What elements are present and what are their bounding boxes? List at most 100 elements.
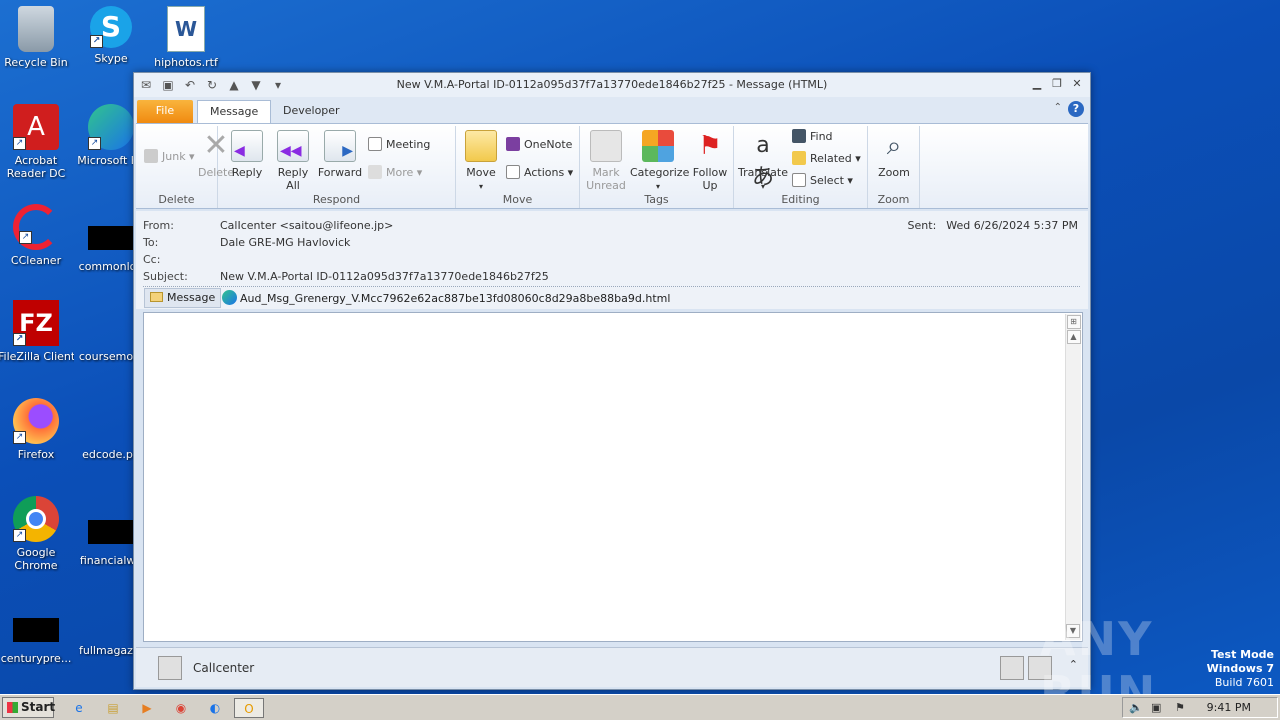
message-body[interactable]: ⊞ ▲ ▼ [143, 312, 1083, 642]
magnifier-icon: ⌕ [886, 131, 902, 161]
meeting-button[interactable]: Meeting [368, 136, 430, 154]
junk-button[interactable]: Junk ▾ [144, 148, 195, 166]
acrobat-icon: A ↗ [13, 104, 59, 150]
actions-icon [506, 165, 520, 179]
desktop-icon-filezilla[interactable]: FZ ↗ FileZilla Client [0, 300, 74, 363]
select-button[interactable]: Select ▾ [792, 172, 853, 190]
from-value[interactable]: CalIcenter <saitou@lifeone.jp> [220, 219, 393, 232]
actions-button[interactable]: Actions ▾ [506, 164, 573, 182]
close-icon[interactable]: ✕ [1068, 76, 1086, 92]
volume-icon[interactable]: 🔈 [1129, 701, 1143, 714]
reply-all-button[interactable]: ◀◀ Reply All [274, 130, 312, 192]
group-zoom: ⌕ Zoom Zoom [868, 126, 920, 208]
firefox-icon: ↗ [13, 398, 59, 444]
more-button[interactable]: More ▾ [368, 164, 422, 182]
os-info: Test Mode Windows 7 Build 7601 [1206, 648, 1274, 689]
file-icon [88, 606, 134, 640]
ribbon: Junk ▾ ✕ Delete Delete ◀ Reply ◀◀ Reply … [136, 123, 1088, 209]
edge-file-icon [222, 290, 237, 305]
binoculars-icon [792, 129, 806, 143]
to-row: To: Dale GRE-MG Havlovick [143, 236, 351, 249]
action-center-flag-icon[interactable]: ⚑ [1175, 701, 1185, 714]
group-editing: aあ Translate ▾ Find Related ▾ Select ▾ Ed… [734, 126, 868, 208]
network-icon[interactable]: ▣ [1151, 701, 1161, 714]
follow-up-button[interactable]: ⚑ Follow Up [690, 130, 730, 192]
to-value[interactable]: Dale GRE-MG Havlovick [220, 236, 350, 249]
translate-button[interactable]: aあ Translate ▾ [738, 130, 788, 193]
sent-value: Wed 6/26/2024 5:37 PM [946, 219, 1078, 232]
chrome-icon: ↗ [13, 496, 59, 542]
file-thumbnail-icon [13, 618, 59, 642]
desktop-icon-chrome[interactable]: ↗ Google Chrome [0, 496, 74, 572]
ie-icon[interactable]: e [68, 698, 90, 718]
group-respond: ◀ Reply ◀◀ Reply All ▶ Forward Meeting M… [218, 126, 456, 208]
help-icon[interactable]: ? [1068, 101, 1084, 117]
find-button[interactable]: Find [792, 128, 833, 146]
mark-unread-icon [590, 130, 622, 162]
contact-avatar[interactable] [1000, 656, 1024, 680]
onenote-button[interactable]: OneNote [506, 136, 572, 154]
forward-button[interactable]: ▶ Forward [316, 130, 364, 179]
desktop-icon-acrobat[interactable]: A ↗ Acrobat Reader DC [0, 104, 74, 180]
cc-row: Cc: [143, 253, 161, 266]
media-player-icon[interactable]: ▶ [136, 698, 158, 718]
follow-up-flag-icon: ⚑ [698, 131, 722, 161]
outlook-taskbar-icon[interactable]: O [234, 698, 264, 718]
message-tab-button[interactable]: Message [144, 288, 222, 308]
desktop-icon-firefox[interactable]: ↗ Firefox [0, 398, 74, 461]
sender-avatar[interactable] [158, 656, 182, 680]
tab-message[interactable]: Message [197, 100, 272, 123]
file-thumbnail-icon [88, 226, 134, 250]
more-icon [368, 165, 382, 179]
zoom-button[interactable]: ⌕ Zoom [876, 130, 912, 179]
subject-value: New V.M.A-Portal ID-0112a095d37f7a13770e… [220, 270, 549, 283]
reply-button[interactable]: ◀ Reply [228, 130, 266, 179]
forward-icon: ▶ [324, 130, 356, 162]
file-thumbnail-icon [88, 520, 134, 544]
skype-icon: S ↗ [90, 6, 132, 48]
attachment-file[interactable]: Aud_Msg_Grenergy_V.Mcc7962e62ac887be13fd… [222, 290, 670, 307]
chrome-taskbar-icon[interactable]: ◉ [170, 698, 192, 718]
vertical-scrollbar[interactable]: ⊞ ▲ ▼ [1065, 314, 1081, 640]
desktop-icon-ccleaner[interactable]: ↗ CCleaner [0, 204, 74, 267]
tab-file[interactable]: File [137, 100, 193, 123]
message-header: From: CalIcenter <saitou@lifeone.jp> To: D… [136, 211, 1088, 287]
desktop-icon-skype[interactable]: S ↗ Skype [73, 6, 149, 65]
scroll-up-icon[interactable]: ▲ [1066, 330, 1081, 344]
translate-icon: aあ [751, 133, 774, 190]
start-button[interactable]: Start [2, 697, 55, 718]
attachment-bar: Message Aud_Msg_Grenergy_V.Mcc7962e62ac8… [136, 287, 1088, 309]
file-icon [88, 398, 134, 444]
envelope-icon [150, 292, 163, 302]
move-folder-icon [465, 130, 497, 162]
desktop-icon-hiphotos[interactable]: W hiphotos.rtf [148, 6, 224, 69]
tab-developer[interactable]: Developer [271, 100, 352, 123]
edge-taskbar-icon[interactable]: ◐ [204, 698, 226, 718]
ccleaner-icon: ↗ [13, 204, 59, 250]
people-pane: CalIcenter ⌃ [136, 647, 1088, 687]
categorize-icon [642, 130, 674, 162]
message-window: ✉ ▣ ↶ ↻ ▲ ▼ ▾ New V.M.A-Portal ID-0112a0… [133, 72, 1091, 690]
scroll-options-icon[interactable]: ⊞ [1066, 315, 1081, 329]
related-button[interactable]: Related ▾ [792, 150, 861, 168]
title-bar: ✉ ▣ ↶ ↻ ▲ ▼ ▾ New V.M.A-Portal ID-0112a0… [134, 73, 1090, 97]
group-tags: Mark Unread Categorize ▾ ⚑ Follow Up Tags [580, 126, 734, 208]
onenote-icon [506, 137, 520, 151]
categorize-button[interactable]: Categorize ▾ [630, 130, 689, 193]
move-button[interactable]: Move ▾ [464, 130, 498, 193]
reply-all-icon: ◀◀ [277, 130, 309, 162]
desktop-icon-recycle-bin[interactable]: Recycle Bin [0, 6, 74, 69]
group-move: Move ▾ OneNote Actions ▾ Move [456, 126, 580, 208]
restore-icon[interactable]: ❐ [1048, 76, 1066, 92]
people-pane-name[interactable]: CalIcenter [193, 661, 254, 675]
sent-row: Sent: Wed 6/26/2024 5:37 PM [907, 219, 1078, 232]
minimize-icon[interactable]: ▁ [1028, 76, 1046, 92]
desktop-icon-centurypre[interactable]: centurypre... [0, 606, 74, 665]
minimize-ribbon-icon[interactable]: ⌃ [1054, 102, 1062, 113]
explorer-icon[interactable]: ▤ [102, 698, 124, 718]
cursor-icon [792, 173, 806, 187]
recycle-bin-icon [18, 6, 54, 52]
ribbon-tabs: File Message Developer ⌃ ? [134, 97, 1090, 123]
clock[interactable]: 9:41 PM [1207, 701, 1251, 714]
mark-unread-button[interactable]: Mark Unread [584, 130, 628, 192]
